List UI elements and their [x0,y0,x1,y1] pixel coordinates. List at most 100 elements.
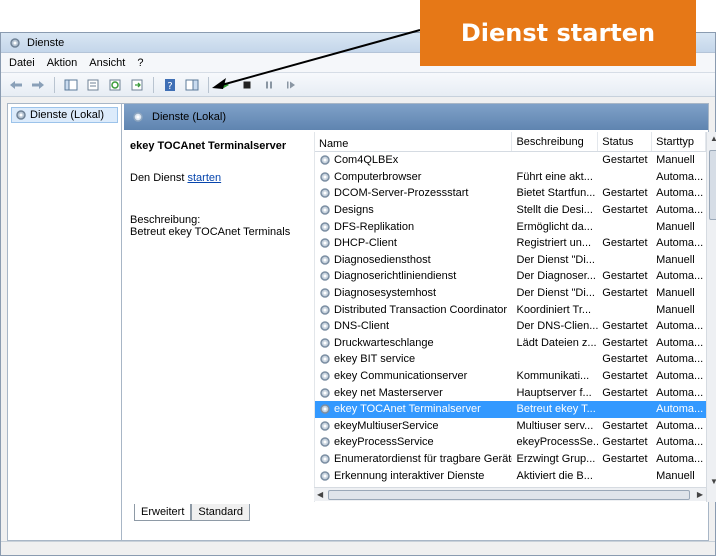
back-arrow-icon [10,80,22,89]
start-service-link[interactable]: starten [187,172,221,184]
table-row[interactable]: ekey Communicationserver Kommunikati... Ge… [315,368,706,385]
menu-datei[interactable]: Datei [9,57,35,69]
column-header-name[interactable]: Name [315,132,513,151]
list-header: Name Beschreibung Status Starttyp [315,132,706,152]
svg-text:?: ? [167,81,172,92]
help-button[interactable]: ? [161,76,179,94]
service-starttype-cell: Automa... [656,170,704,183]
properties-button[interactable] [84,76,102,94]
service-starttype-cell: Manuell [656,220,695,233]
service-starttype-cell: Automa... [656,237,704,250]
column-header-description[interactable]: Beschreibung [512,132,599,151]
service-name-cell: Distributed Transaction Coordinator [315,304,512,316]
table-row[interactable]: Diagnosediensthost Der Dienst "Di... Manue… [315,252,706,269]
table-row[interactable]: Distributed Transaction Coordinator Koord… [315,301,706,318]
service-name-text: ekeyMultiuserService [334,419,439,432]
scroll-down-icon[interactable]: ▼ [710,477,716,486]
service-starttype-cell: Automa... [656,353,704,366]
restart-service-button[interactable] [282,76,300,94]
start-service-button[interactable] [216,76,234,94]
service-name-cell: ekey Communicationserver [315,370,512,382]
service-status-cell: Gestartet [602,386,648,399]
show-pane-button[interactable] [183,76,201,94]
show-tree-button[interactable] [62,76,80,94]
service-gear-icon [320,155,330,166]
table-row[interactable]: DFS-Replikation Ermöglicht da... Manuell [315,218,706,235]
service-name-cell: Enumeratordienst für tragbare Geräte [315,453,512,465]
table-row[interactable]: Erkennung interaktiver Dienste Aktiviert … [315,467,706,484]
table-row[interactable]: DHCP-Client Registriert un... Gestartet Aut… [315,235,706,252]
table-row[interactable]: Diagnosesystemhost Der Dienst "Di... Gesta… [315,285,706,302]
refresh-button[interactable] [106,76,124,94]
service-name-text: DFS-Replikation [334,220,415,233]
details-header: Dienste (Lokal) [124,104,708,130]
service-name-cell: Diagnoserichtliniendienst [315,270,512,282]
service-name-text: Computerbrowser [334,170,422,183]
table-row[interactable]: ekey TOCAnet Terminalserver Betreut ekey … [315,400,706,418]
table-row[interactable]: ekey net Masterserver Hauptserver f... Ges… [315,384,706,401]
service-gear-icon [320,354,330,365]
table-row[interactable]: DNS-Client Der DNS-Clien... Gestartet Autom… [315,318,706,335]
service-starttype-cell: Manuell [656,303,695,316]
service-name-cell: DFS-Replikation [315,221,512,233]
table-row[interactable]: ekeyMultiuserService Multiuser serv... Ges… [315,418,706,435]
toolbar-separator [54,76,55,93]
service-gear-icon [320,288,330,298]
table-row[interactable]: Com4QLBEx Gestartet Manuell [315,152,706,169]
details-header-title: Dienste (Lokal) [152,111,226,123]
description-text: Betreut ekey TOCAnet Terminals [130,226,291,238]
service-name-text: DCOM-Server-Prozessstart [334,187,469,200]
pause-service-button[interactable] [260,76,278,94]
table-row[interactable]: ekeyProcessService ekeyProcessSe... Gestar… [315,434,706,451]
tab-erweitert[interactable]: Erweitert [134,504,192,521]
export-button[interactable] [128,76,146,94]
hscroll-thumb[interactable] [328,490,690,500]
service-name-text: ekey Communicationserver [334,370,468,383]
scroll-left-icon[interactable]: ◀ [317,490,323,499]
forward-button[interactable] [29,76,47,94]
service-name-cell: ekeyProcessService [315,436,512,448]
stop-service-button[interactable] [238,76,256,94]
column-header-status[interactable]: Status [598,132,653,151]
service-name-text: DNS-Client [334,320,390,333]
tree-item-services-local[interactable]: Dienste (Lokal) [11,107,118,123]
services-list: Name Beschreibung Status Starttyp Com4QL… [314,132,706,502]
service-starttype-cell: Manuell [656,287,695,300]
vertical-scrollbar[interactable]: ▲ ▼ [706,132,716,502]
table-row[interactable]: Diagnoserichtliniendienst Der Diagnoser..… [315,268,706,285]
menu-aktion[interactable]: Aktion [47,57,78,69]
service-name-text: ekeyProcessService [334,436,434,449]
service-status-cell: Gestartet [602,237,648,250]
tab-standard[interactable]: Standard [191,504,251,521]
table-row[interactable]: ekey BIT service Gestartet Automa... [315,351,706,368]
service-name-cell: DHCP-Client [315,237,512,249]
toolbar-separator [208,76,209,93]
services-gear-icon [10,37,20,48]
service-gear-icon [320,304,330,315]
back-button[interactable] [7,76,25,94]
scroll-thumb[interactable] [709,150,716,220]
scroll-up-icon[interactable]: ▲ [710,134,716,143]
service-description-cell: Bietet Startfun... [516,187,596,200]
service-status-cell: Gestartet [602,287,648,300]
table-row[interactable]: Enumeratordienst für tragbare Geräte Erzw… [315,451,706,468]
main-content: Dienste (Lokal) Dienste (Lokal) ekey TOC… [7,103,716,541]
column-header-starttype[interactable]: Starttyp [652,132,706,151]
service-starttype-cell: Manuell [656,154,695,167]
scroll-right-icon[interactable]: ▶ [697,490,703,499]
service-description-cell: Kommunikati... [516,370,590,383]
table-row[interactable]: Computerbrowser Führt eine akt... Automa..… [315,169,706,186]
menu-ansicht[interactable]: Ansicht [89,57,125,69]
selected-service-name: ekey TOCAnet Terminalserver [130,140,287,152]
service-name-text: Com4QLBEx [334,154,399,167]
table-row[interactable]: Designs Stellt die Desi... Gestartet Automa… [315,202,706,219]
service-description-cell: Ermöglicht da... [516,220,593,233]
service-gear-icon [320,205,330,215]
table-row[interactable]: Druckwarteschlange Lädt Dateien z... Gesta… [315,335,706,352]
service-starttype-cell: Automa... [656,419,704,432]
service-name-text: Designs [334,204,374,217]
horizontal-scrollbar[interactable]: ◀ ▶ [314,487,706,501]
table-row[interactable]: DCOM-Server-Prozessstart Bietet Startfun.… [315,185,706,202]
service-name-cell: ekey net Masterserver [315,387,512,399]
menu-help[interactable]: ? [137,57,143,69]
